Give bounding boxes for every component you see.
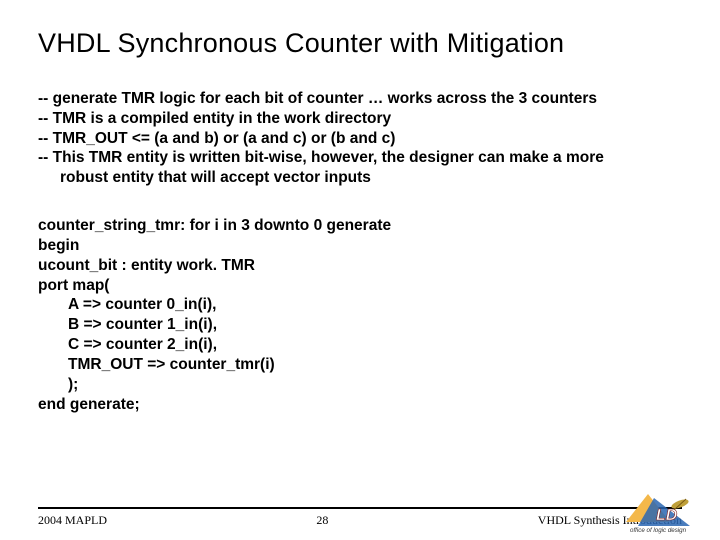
footer-left: 2004 MAPLD	[38, 513, 107, 528]
logo-icon: LD office of logic design	[620, 492, 698, 534]
footer-rule	[38, 507, 682, 509]
logo-letters: LD	[656, 507, 678, 524]
code-line: TMR_OUT => counter_tmr(i)	[38, 355, 682, 375]
slide: VHDL Synchronous Counter with Mitigation…	[0, 0, 720, 540]
comment-line-cont: robust entity that will accept vector in…	[38, 168, 682, 188]
slide-title: VHDL Synchronous Counter with Mitigation	[38, 28, 682, 59]
comment-line: -- generate TMR logic for each bit of co…	[38, 89, 682, 109]
footer-row: 2004 MAPLD 28 VHDL Synthesis Introductio…	[38, 513, 682, 528]
code-line: );	[38, 375, 682, 395]
code-line: ucount_bit : entity work. TMR	[38, 256, 682, 276]
code-line: begin	[38, 236, 682, 256]
footer-page-number: 28	[107, 513, 538, 528]
code-line: port map(	[38, 276, 682, 296]
comment-line: -- TMR is a compiled entity in the work …	[38, 109, 682, 129]
code-line: counter_string_tmr: for i in 3 downto 0 …	[38, 216, 682, 236]
code-line: A => counter 0_in(i),	[38, 295, 682, 315]
code-line: B => counter 1_in(i),	[38, 315, 682, 335]
code-block: counter_string_tmr: for i in 3 downto 0 …	[38, 216, 682, 414]
footer: 2004 MAPLD 28 VHDL Synthesis Introductio…	[38, 507, 682, 528]
code-line: C => counter 2_in(i),	[38, 335, 682, 355]
logo-tagline: office of logic design	[630, 527, 687, 534]
code-line: end generate;	[38, 395, 682, 415]
comment-block: -- generate TMR logic for each bit of co…	[38, 89, 682, 188]
comment-line: -- TMR_OUT <= (a and b) or (a and c) or …	[38, 129, 682, 149]
comment-line: -- This TMR entity is written bit-wise, …	[38, 148, 682, 168]
